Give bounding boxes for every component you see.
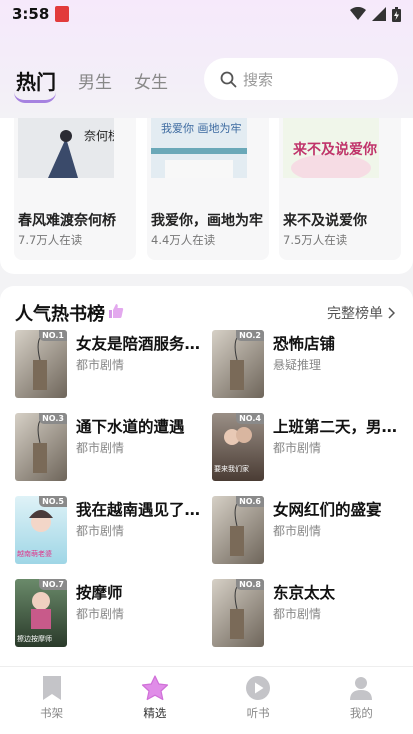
tab-male[interactable]: 男生 (78, 68, 112, 93)
nav-featured[interactable]: 精选 (103, 667, 206, 734)
nav-bookshelf[interactable]: 书架 (0, 667, 103, 734)
cover-text: 要来我们家 (214, 464, 249, 473)
cover-art: 我爱你 画地为牢 (151, 118, 247, 178)
rank-item[interactable]: NO.8 东京太太 都市剧情 (212, 579, 402, 649)
status-bar: 3:58 (0, 0, 413, 28)
book-title: 女友是陪酒服务… (76, 335, 201, 353)
rank-item[interactable]: NO.3 通下水道的遭遇 都市剧情 (15, 413, 205, 483)
book-cover: NO.6 (212, 496, 264, 564)
book-genre: 都市剧情 (76, 607, 125, 621)
full-ranking-link[interactable]: 完整榜单 (327, 303, 395, 323)
cover-art: 奈何桥难渡 (18, 118, 114, 178)
rank-item[interactable]: NO.2 恐怖店铺 悬疑推理 (212, 330, 402, 400)
book-card[interactable]: 我爱你 画地为牢 我爱你，画地为牢 4.4万人在读 (147, 118, 269, 260)
nav-label: 精选 (143, 706, 167, 720)
rank-item[interactable]: 要来我们家 NO.4 上班第二天，男… 都市剧情 (212, 413, 402, 483)
cover-text: 越南萌老婆 (17, 549, 52, 558)
status-time: 3:58 (12, 5, 50, 23)
book-genre: 都市剧情 (273, 524, 322, 538)
rank-badge: NO.5 (39, 496, 67, 507)
rank-item[interactable]: 越南萌老婆 NO.5 我在越南遇见了… 都市剧情 (15, 496, 205, 566)
nav-label: 我的 (349, 706, 373, 720)
section-title: 人气热书榜 (15, 304, 105, 325)
battery-icon (392, 6, 401, 22)
book-title: 我爱你，画地为牢 (151, 213, 263, 229)
book-cover: NO.8 (212, 579, 264, 647)
star-icon (141, 675, 168, 701)
chevron-right-icon (388, 307, 395, 319)
notification-badge-icon (55, 6, 70, 22)
user-icon (350, 677, 373, 700)
cover-text: 擦边按摩师 (17, 634, 52, 643)
book-cover: NO.1 (15, 330, 67, 398)
book-title: 按摩师 (76, 584, 123, 602)
search-icon (220, 71, 237, 87)
tab-female[interactable]: 女生 (134, 68, 168, 93)
book-title: 通下水道的遭遇 (76, 418, 185, 436)
rank-item[interactable]: NO.6 女网红们的盛宴 都市剧情 (212, 496, 402, 566)
book-genre: 都市剧情 (76, 441, 125, 455)
book-title: 女网红们的盛宴 (273, 501, 382, 519)
book-cover: 奈何桥难渡 (18, 118, 114, 178)
rank-badge: NO.3 (39, 413, 67, 424)
bookmark-icon (42, 676, 61, 700)
book-title: 上班第二天，男… (273, 418, 398, 436)
book-card[interactable]: 奈何桥难渡 春风难渡奈何桥 7.7万人在读 (14, 118, 136, 260)
book-genre: 都市剧情 (76, 358, 125, 372)
rank-item[interactable]: 擦边按摩师 NO.7 按摩师 都市剧情 (15, 579, 205, 649)
cover-text: 来不及说爱你 (292, 141, 377, 158)
book-cover: 要来我们家 NO.4 (212, 413, 264, 481)
play-icon (246, 676, 271, 700)
book-title: 我在越南遇见了… (76, 501, 201, 519)
book-title: 来不及说爱你 (283, 213, 367, 229)
nav-label: 听书 (246, 706, 270, 720)
book-genre: 都市剧情 (76, 524, 125, 538)
rank-badge: NO.6 (236, 496, 264, 507)
book-cover: NO.3 (15, 413, 67, 481)
tab-hot[interactable]: 热门 (14, 66, 56, 103)
book-cover: 越南萌老婆 NO.5 (15, 496, 67, 564)
rank-badge: NO.1 (39, 330, 67, 341)
book-readers: 7.7万人在读 (18, 233, 83, 247)
wifi-icon (350, 7, 366, 20)
book-cover: NO.2 (212, 330, 264, 398)
nav-profile[interactable]: 我的 (310, 667, 413, 734)
search-input[interactable]: 搜索 (204, 58, 398, 100)
cover-text: 奈何桥难渡 (84, 128, 114, 143)
thumbs-up-icon (109, 304, 124, 318)
rank-badge: NO.7 (39, 579, 67, 590)
recommend-strip: 奈何桥难渡 春风难渡奈何桥 7.7万人在读 我爱你 画地为牢 我爱你，画地为牢 … (0, 118, 413, 274)
cover-art: 来不及说爱你 (283, 118, 379, 178)
signal-icon (372, 7, 386, 21)
book-card[interactable]: 来不及说爱你 来不及说爱你 7.5万人在读 (279, 118, 401, 260)
rank-badge: NO.4 (236, 413, 264, 424)
cover-text: 我爱你 画地为牢 (161, 121, 242, 135)
book-title: 东京太太 (273, 584, 336, 602)
book-title: 春风难渡奈何桥 (18, 213, 116, 229)
nav-label: 书架 (40, 706, 64, 720)
book-genre: 都市剧情 (273, 607, 322, 621)
full-ranking-label: 完整榜单 (327, 306, 383, 322)
book-readers: 7.5万人在读 (283, 233, 348, 247)
book-cover: 我爱你 画地为牢 (151, 118, 247, 178)
popular-ranking-card: 人气热书榜 完整榜单 NO.1 女友是陪酒服务… 都市剧情 NO.2 恐怖店铺 … (0, 286, 413, 666)
search-placeholder: 搜索 (243, 70, 274, 89)
header: 热门 男生 女生 搜索 (0, 56, 413, 104)
book-readers: 4.4万人在读 (151, 233, 216, 247)
rank-badge: NO.2 (236, 330, 264, 341)
book-genre: 悬疑推理 (273, 358, 322, 372)
rank-badge: NO.8 (236, 579, 264, 590)
book-cover: 来不及说爱你 (283, 118, 379, 178)
bottom-navigation: 书架 精选 听书 我的 (0, 666, 413, 734)
rank-item[interactable]: NO.1 女友是陪酒服务… 都市剧情 (15, 330, 205, 400)
status-icons (350, 6, 401, 22)
book-cover: 擦边按摩师 NO.7 (15, 579, 67, 647)
nav-audiobook[interactable]: 听书 (207, 667, 310, 734)
book-title: 恐怖店铺 (273, 335, 336, 353)
book-genre: 都市剧情 (273, 441, 322, 455)
